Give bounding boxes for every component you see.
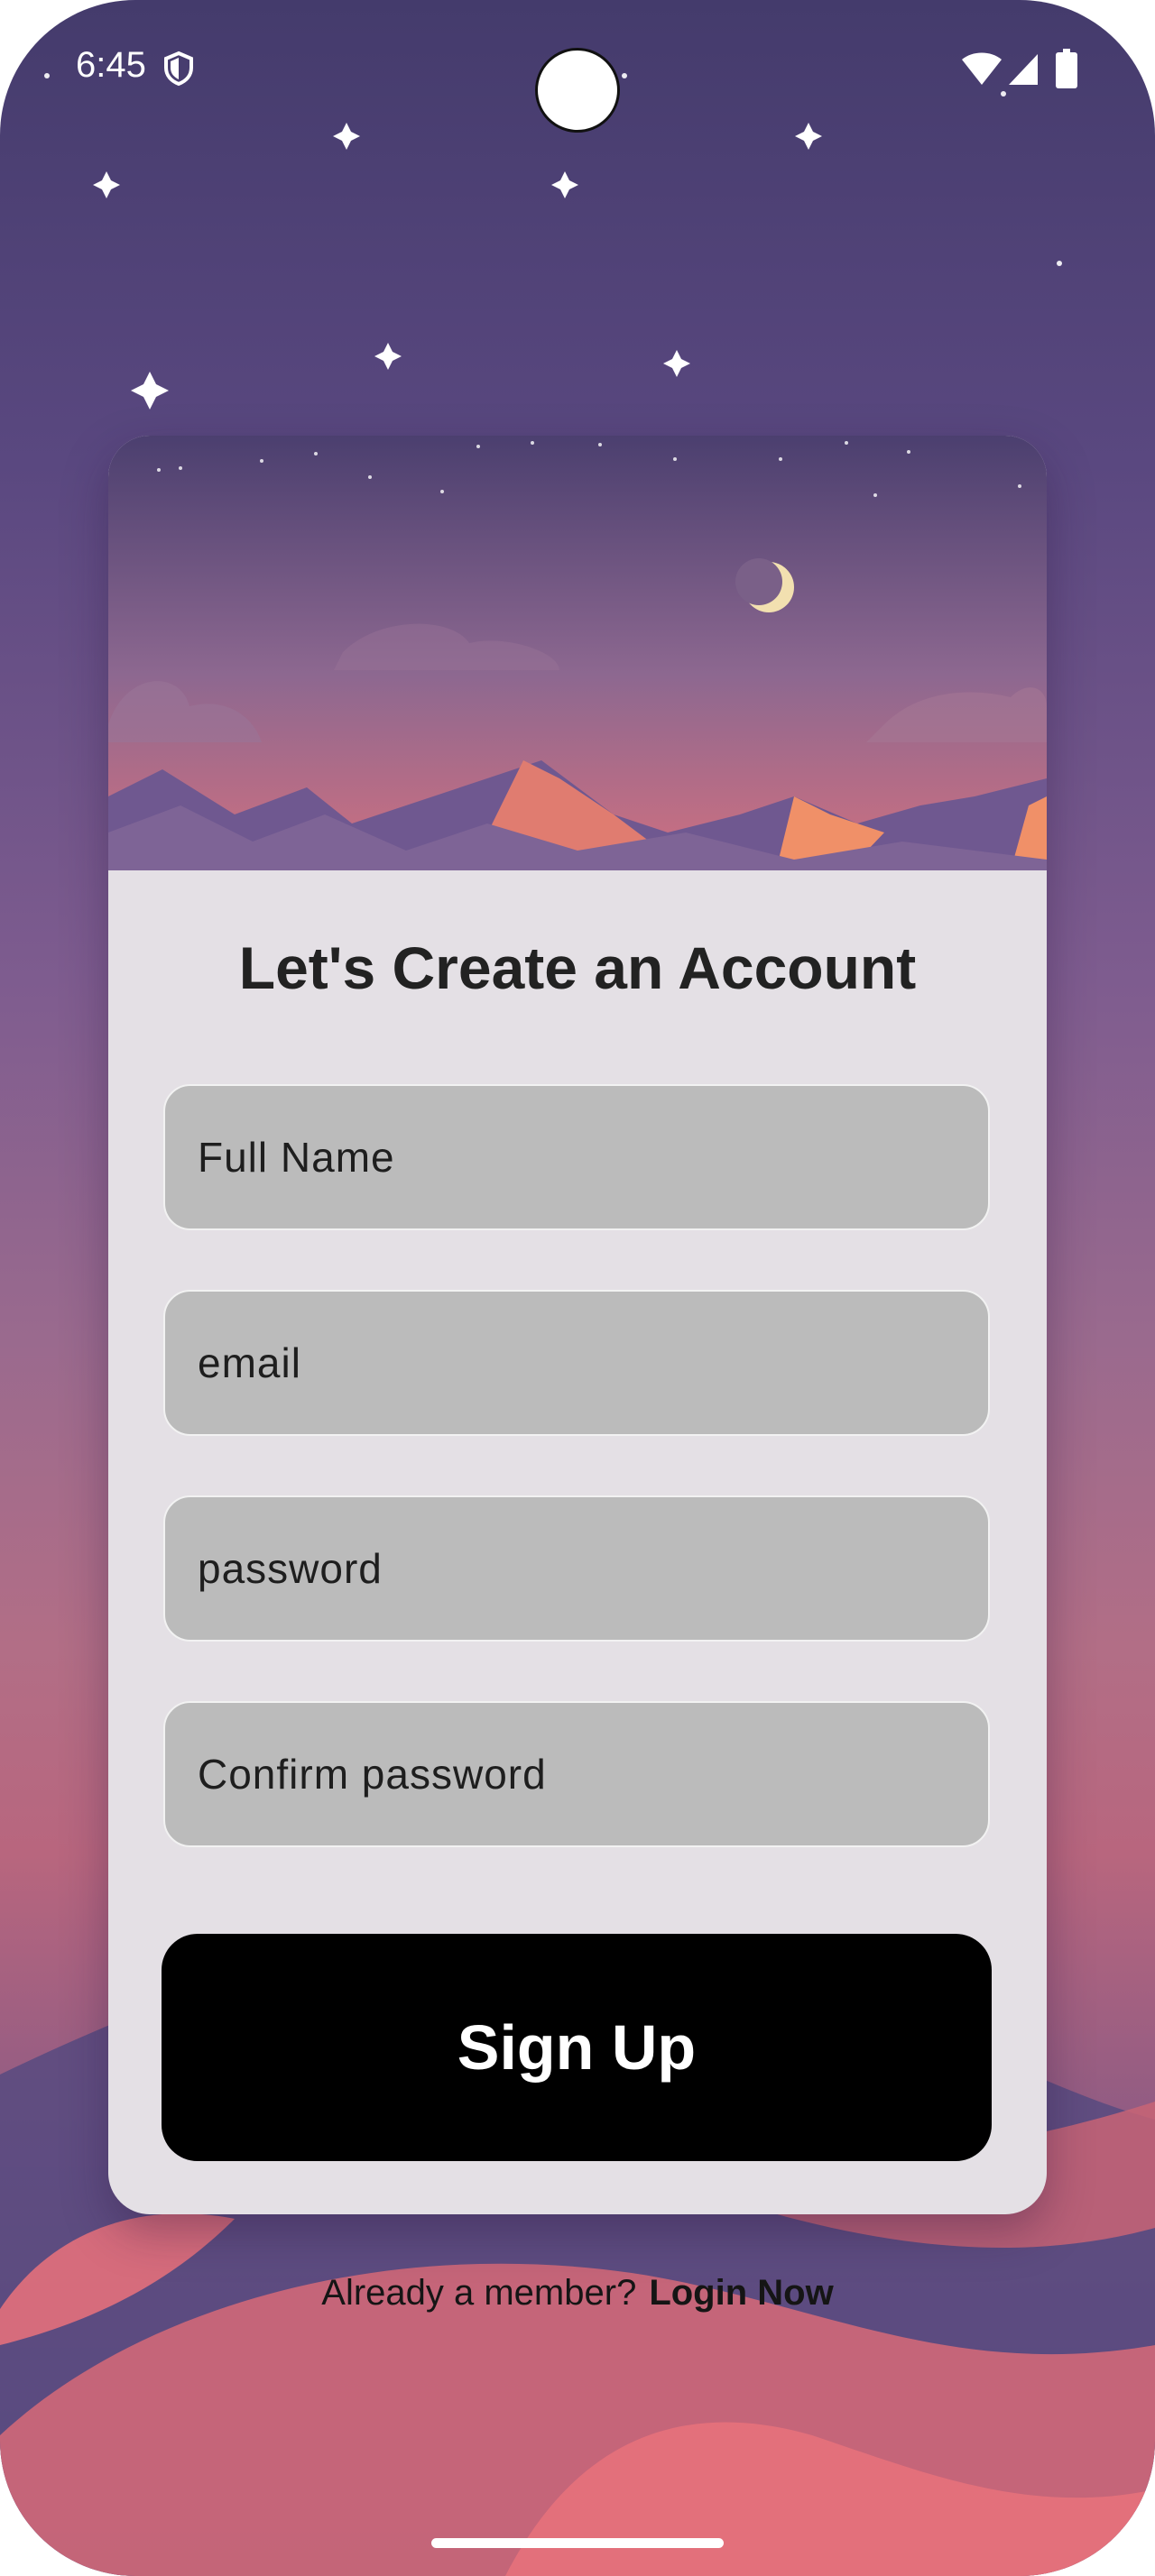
wifi-icon (962, 52, 1002, 85)
signup-card: Let's Create an Account Sign Up (108, 436, 1047, 2214)
sign-up-button[interactable]: Sign Up (162, 1934, 992, 2161)
password-input[interactable] (163, 1495, 990, 1642)
confirm-password-input[interactable] (163, 1701, 990, 1847)
status-bar: 6:45 (0, 0, 1155, 135)
status-time: 6:45 (76, 45, 146, 85)
login-prompt-text: Already a member? (321, 2273, 637, 2313)
phone-screen: 6:45 Let's Create an Account Full Name e… (0, 0, 1155, 2576)
email-input[interactable] (163, 1290, 990, 1436)
signal-icon (1009, 54, 1038, 85)
home-indicator[interactable] (431, 2538, 724, 2548)
shield-icon (164, 51, 193, 87)
full-name-input[interactable] (163, 1084, 990, 1230)
front-camera-icon (535, 48, 620, 133)
battery-icon (1056, 49, 1077, 88)
night-desert-illustration (108, 436, 1047, 870)
login-now-link[interactable]: Login Now (649, 2273, 833, 2313)
page-title: Let's Create an Account (238, 934, 917, 1001)
login-prompt: Already a member? Login Now (0, 2273, 1155, 2314)
